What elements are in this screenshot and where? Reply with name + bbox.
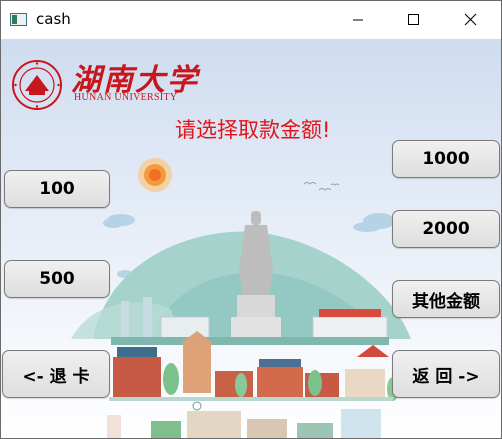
eject-card-button[interactable]: <- 退 卡 — [2, 350, 110, 398]
title-bar[interactable]: cash — [1, 1, 501, 39]
close-icon — [464, 13, 477, 26]
close-button[interactable] — [447, 1, 493, 39]
minimize-button[interactable] — [335, 1, 381, 39]
amount-1000-button[interactable]: 1000 — [392, 140, 500, 178]
select-amount-prompt: 请选择取款金额! — [175, 118, 331, 142]
maximize-button[interactable] — [390, 1, 436, 39]
window-title: cash — [36, 10, 71, 28]
other-amount-button[interactable]: 其他金额 — [392, 280, 500, 318]
maximize-icon — [408, 14, 419, 25]
amount-500-button[interactable]: 500 — [4, 260, 110, 298]
university-seal-icon — [12, 60, 62, 110]
app-icon — [10, 13, 27, 26]
minimize-icon — [353, 19, 363, 21]
atm-screen: 湖南大学 HUNAN UNIVERSITY 请选择取款金额! 100 500 1… — [1, 39, 501, 438]
amount-2000-button[interactable]: 2000 — [392, 210, 500, 248]
university-name-en: HUNAN UNIVERSITY — [74, 92, 178, 103]
amount-100-button[interactable]: 100 — [4, 170, 110, 208]
app-window: cash 湖南大学 HUNAN UNIVERSITY 请选择取款金额! 100 … — [0, 0, 502, 439]
back-button[interactable]: 返 回 -> — [392, 350, 500, 398]
